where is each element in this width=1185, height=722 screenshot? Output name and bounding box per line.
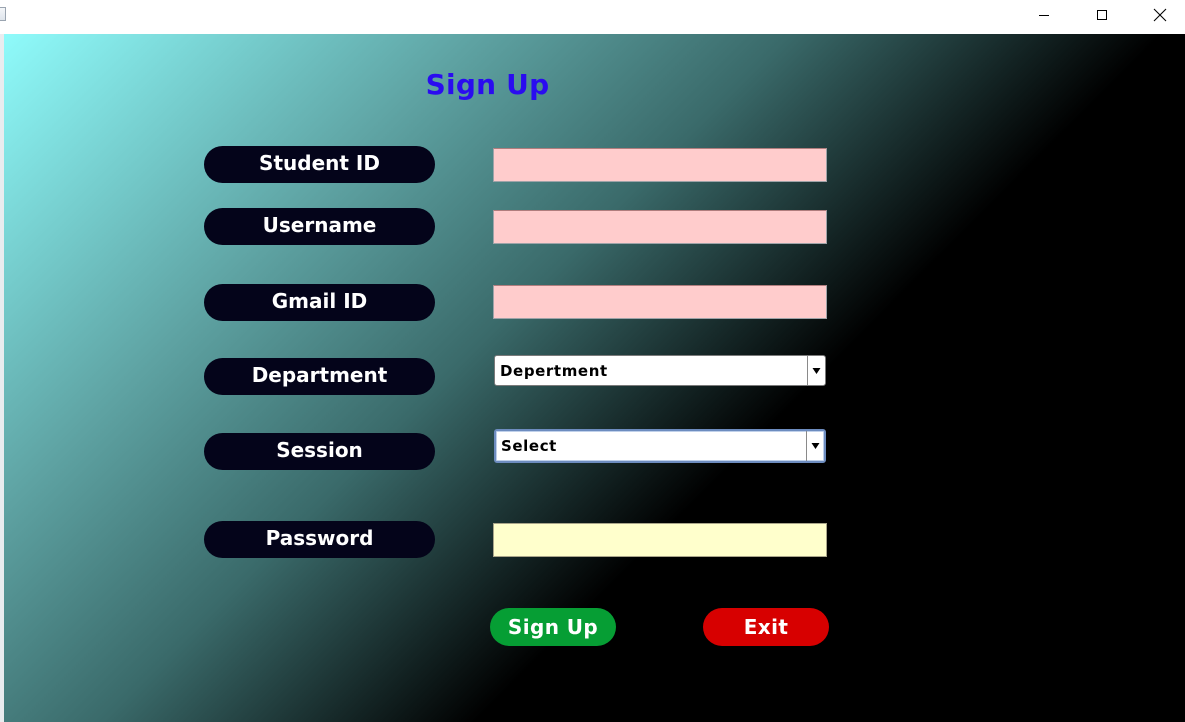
- exit-button[interactable]: Exit: [703, 608, 829, 646]
- department-selected-value: Depertment: [500, 361, 608, 380]
- window-titlebar: [0, 0, 1185, 34]
- close-button[interactable]: [1131, 0, 1185, 30]
- page-title: Sign Up: [425, 68, 550, 101]
- department-select[interactable]: Depertment: [494, 355, 826, 386]
- username-input[interactable]: [493, 210, 827, 244]
- dropdown-arrow-icon: [812, 367, 821, 374]
- maximize-button[interactable]: [1073, 0, 1131, 30]
- student-id-input[interactable]: [493, 148, 827, 182]
- session-selected-value: Select: [501, 437, 557, 455]
- minimize-button[interactable]: [1015, 0, 1073, 30]
- gmail-id-input[interactable]: [493, 285, 827, 319]
- dropdown-arrow-icon: [811, 443, 820, 449]
- gmail-id-label: Gmail ID: [204, 284, 435, 321]
- password-input[interactable]: [493, 523, 827, 557]
- sign-up-button[interactable]: Sign Up: [490, 608, 616, 646]
- password-label: Password: [204, 521, 435, 558]
- department-dropdown-button[interactable]: [807, 356, 825, 385]
- app-icon: [0, 7, 6, 21]
- close-icon: [1153, 8, 1167, 22]
- session-dropdown-button[interactable]: [806, 431, 824, 461]
- session-select[interactable]: Select: [494, 429, 826, 463]
- signup-window: Sign Up Student ID Username Gmail ID Dep…: [0, 0, 1185, 722]
- session-label: Session: [204, 433, 435, 470]
- department-label: Department: [204, 358, 435, 395]
- username-label: Username: [204, 208, 435, 245]
- minimize-icon: [1039, 15, 1049, 16]
- maximize-icon: [1097, 10, 1107, 20]
- student-id-label: Student ID: [204, 146, 435, 183]
